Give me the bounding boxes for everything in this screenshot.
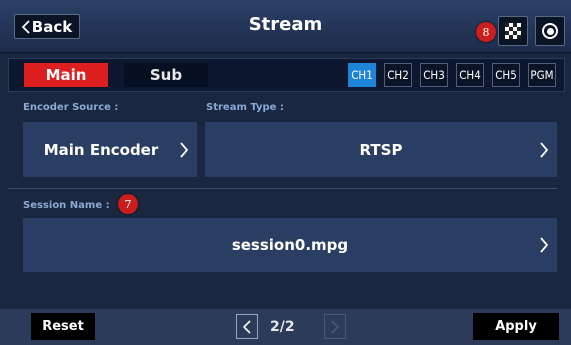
section-divider — [8, 188, 557, 189]
reset-button[interactable]: Reset — [31, 313, 95, 340]
test-pattern-button[interactable] — [498, 16, 528, 46]
chevron-right-icon — [331, 319, 339, 334]
chevron-right-icon — [180, 141, 189, 158]
session-name-label: Session Name : — [23, 200, 110, 211]
step-badge: 8 — [476, 22, 496, 42]
chevron-left-icon — [243, 319, 251, 334]
bottom-bar: Reset 2/2 Apply — [0, 309, 571, 345]
step-badge: 7 — [118, 194, 138, 214]
tab-sub[interactable]: Sub — [124, 63, 208, 87]
session-name-field[interactable]: session0.mpg — [23, 218, 557, 272]
stream-tab-bar: Main Sub CH1 CH2 CH3 CH4 CH5 PGM — [8, 58, 565, 92]
stream-type-value: RTSP — [359, 140, 403, 159]
channel-ch3-button[interactable]: CH3 — [420, 63, 448, 87]
record-button[interactable] — [535, 16, 565, 46]
previous-page-button[interactable] — [236, 314, 258, 339]
apply-button[interactable]: Apply — [473, 313, 559, 340]
channel-ch1-button[interactable]: CH1 — [348, 63, 376, 87]
tab-main[interactable]: Main — [24, 63, 108, 87]
chevron-right-icon — [540, 237, 549, 253]
encoder-source-select[interactable]: Main Encoder — [23, 122, 197, 177]
channel-ch4-button[interactable]: CH4 — [456, 63, 484, 87]
session-name-value: session0.mpg — [231, 236, 349, 254]
channel-pgm-button[interactable]: PGM — [528, 63, 556, 87]
channel-ch2-button[interactable]: CH2 — [384, 63, 412, 87]
channel-ch5-button[interactable]: CH5 — [492, 63, 520, 87]
page-indicator: 2/2 — [270, 319, 295, 335]
next-page-button[interactable] — [324, 314, 346, 339]
top-bar: Back Stream 8 — [0, 0, 571, 53]
checker-flag-icon — [505, 23, 521, 39]
encoder-source-label: Encoder Source : — [23, 102, 119, 113]
record-icon — [542, 23, 558, 39]
stream-type-label: Stream Type : — [206, 102, 284, 113]
chevron-right-icon — [540, 141, 549, 158]
encoder-source-value: Main Encoder — [43, 140, 159, 159]
stream-type-select[interactable]: RTSP — [205, 122, 557, 177]
